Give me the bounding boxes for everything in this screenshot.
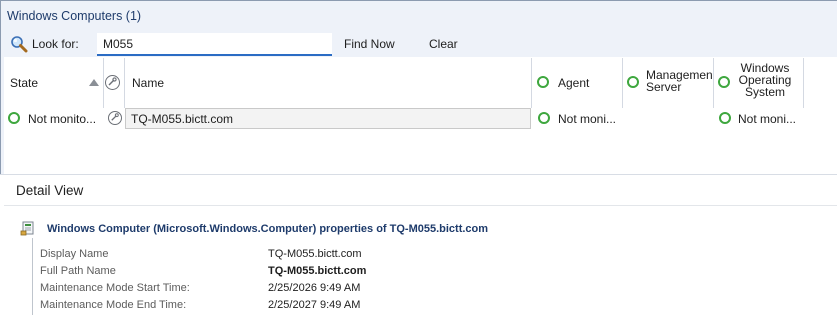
- search-input[interactable]: [97, 33, 332, 56]
- cell-windows-os: Not moni...: [738, 112, 797, 126]
- wrench-icon: [111, 113, 119, 121]
- column-separator[interactable]: [103, 58, 104, 108]
- pane-divider[interactable]: [0, 174, 837, 175]
- cell-state: Not monito...: [28, 112, 97, 126]
- column-header-name[interactable]: Name: [132, 76, 164, 90]
- management-server-status-icon: [627, 76, 639, 88]
- cell-agent: Not moni...: [558, 112, 617, 126]
- column-header-state[interactable]: State: [10, 76, 38, 90]
- windows-os-status-icon: [718, 76, 730, 88]
- clear-button[interactable]: Clear: [429, 37, 458, 51]
- property-value: TQ-M055.bictt.com: [268, 265, 367, 277]
- column-header-windows-os[interactable]: Windows Operating System: [734, 62, 796, 98]
- pane-title: Windows Computers (1): [7, 9, 142, 23]
- property-value: TQ-M055.bictt.com: [268, 248, 362, 260]
- property-value: 2/25/2027 9:49 AM: [268, 299, 361, 311]
- sort-ascending-icon: [89, 79, 99, 86]
- detail-divider: [4, 205, 837, 206]
- column-separator[interactable]: [713, 58, 714, 108]
- column-separator[interactable]: [531, 58, 532, 108]
- column-header-maintenance[interactable]: [105, 75, 120, 90]
- agent-status-icon: [537, 76, 549, 88]
- cell-name: TQ-M055.bictt.com: [131, 112, 234, 126]
- property-label: Display Name: [40, 248, 109, 260]
- state-status-icon: [8, 112, 20, 124]
- properties-header: Windows Computer (Microsoft.Windows.Comp…: [47, 223, 489, 235]
- property-value: 2/25/2026 9:49 AM: [268, 282, 361, 294]
- computer-properties-icon: [20, 221, 34, 236]
- column-separator[interactable]: [803, 58, 804, 108]
- column-header-agent[interactable]: Agent: [558, 76, 589, 90]
- maintenance-cell: [108, 111, 122, 125]
- find-now-button[interactable]: Find Now: [344, 37, 395, 51]
- header-line: System: [744, 85, 785, 99]
- wrench-icon: [108, 77, 117, 86]
- pane-border: [0, 0, 837, 1]
- property-label: Full Path Name: [40, 265, 116, 277]
- header-line: Server: [646, 80, 682, 93]
- magnifier-icon: [11, 36, 28, 53]
- column-separator[interactable]: [622, 58, 623, 108]
- detail-view-title: Detail View: [16, 183, 84, 198]
- column-separator[interactable]: [124, 58, 125, 108]
- column-header-management-server[interactable]: Managemen Server: [646, 69, 712, 93]
- look-for-label: Look for:: [32, 37, 79, 51]
- windows-os-status-icon: [719, 112, 731, 124]
- property-label: Maintenance Mode End Time:: [40, 299, 187, 311]
- property-label: Maintenance Mode Start Time:: [40, 282, 190, 294]
- properties-tree-line: [32, 238, 33, 315]
- pane-border: [0, 0, 1, 174]
- agent-status-icon: [538, 112, 550, 124]
